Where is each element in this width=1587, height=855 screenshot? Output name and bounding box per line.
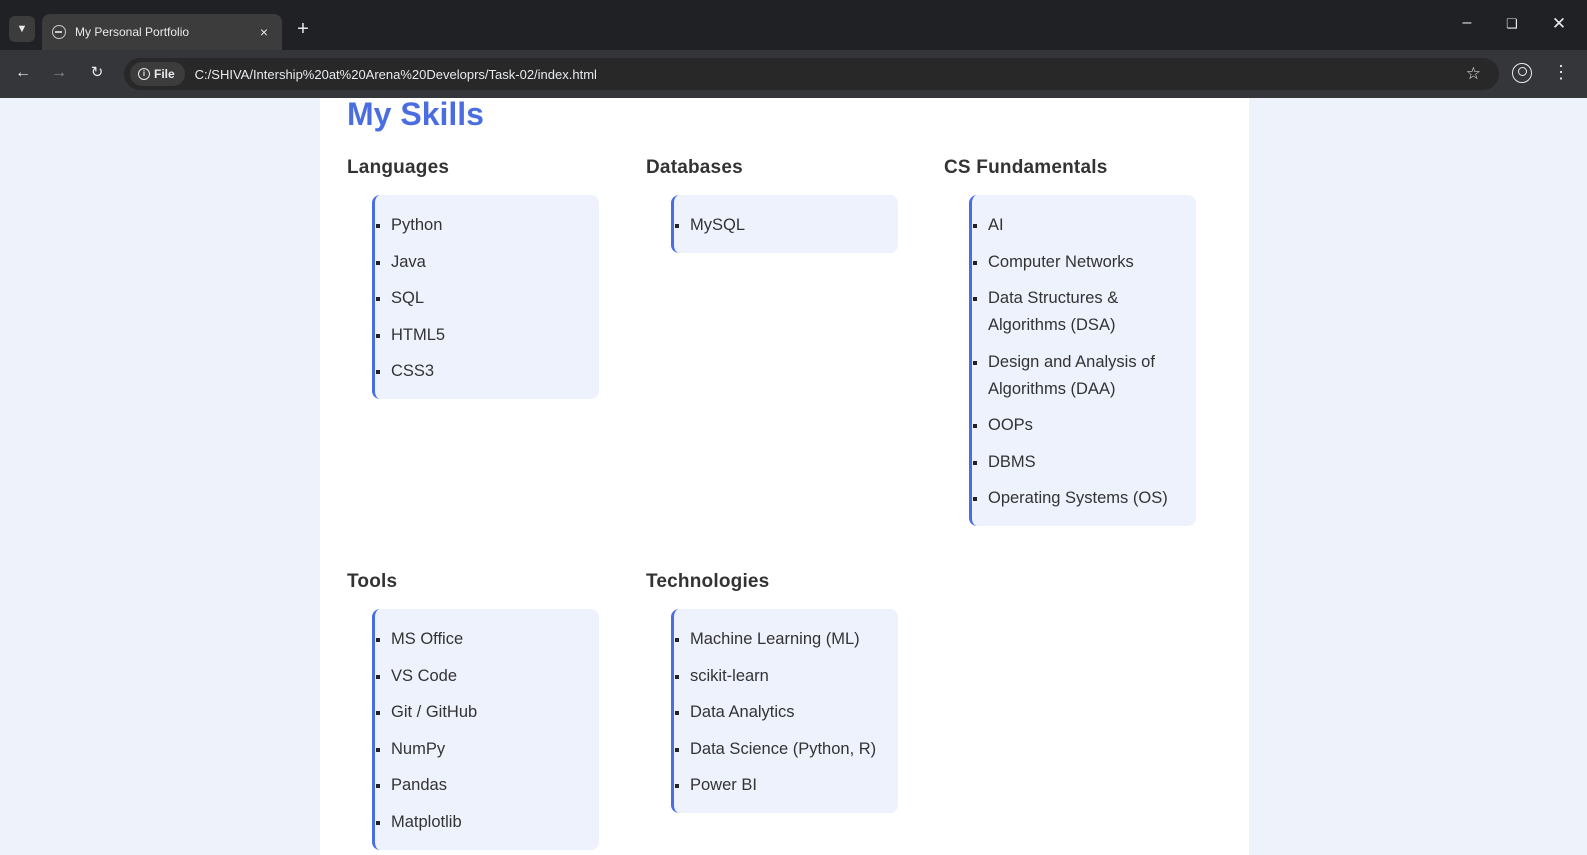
skill-item: Data Science (Python, R)	[674, 736, 898, 763]
browser-tab[interactable]: My Personal Portfolio ×	[42, 14, 282, 50]
skill-item: Git / GitHub	[375, 699, 599, 726]
skill-item: Python	[375, 212, 599, 239]
skill-group-databases: Databases MySQL	[646, 157, 906, 253]
tab-list-icon[interactable]: ▼	[9, 16, 35, 42]
group-title: Languages	[347, 157, 450, 178]
skill-item: SQL	[375, 285, 599, 312]
skill-item: MS Office	[375, 626, 599, 653]
skill-item: OOPs	[972, 412, 1196, 439]
skill-item: Computer Networks	[972, 249, 1196, 276]
skill-item: NumPy	[375, 736, 599, 763]
restore-icon[interactable]: ❏	[1502, 16, 1522, 32]
tab-strip: ▼ My Personal Portfolio × + – ❏ ✕	[0, 0, 1587, 50]
browser-toolbar: ← → ↻ i File C:/SHIVA/Intership%20at%20A…	[0, 50, 1587, 98]
profile-icon[interactable]	[1512, 63, 1532, 83]
skill-group-languages: Languages Python Java SQL HTML5 CSS3	[347, 157, 607, 399]
url-text[interactable]: C:/SHIVA/Intership%20at%20Arena%20Develo…	[195, 67, 597, 82]
skill-list: Machine Learning (ML) scikit-learn Data …	[671, 609, 898, 813]
group-title: Technologies	[646, 571, 770, 592]
skill-item: HTML5	[375, 322, 599, 349]
globe-icon	[52, 25, 66, 39]
skill-item: Operating Systems (OS)	[972, 485, 1196, 512]
address-bar[interactable]: i File C:/SHIVA/Intership%20at%20Arena%2…	[124, 58, 1499, 90]
skill-item: Java	[375, 249, 599, 276]
info-icon: i	[138, 68, 150, 80]
section-title: My Skills	[347, 98, 484, 132]
group-title: Databases	[646, 157, 743, 178]
close-icon[interactable]: ✕	[1547, 14, 1571, 34]
skill-item: Pandas	[375, 772, 599, 799]
group-title: Tools	[347, 571, 398, 592]
skill-item: DBMS	[972, 449, 1196, 476]
skill-item: Machine Learning (ML)	[674, 626, 898, 653]
skills-card: My Skills Languages Python Java SQL HTML…	[320, 98, 1249, 855]
minimize-icon[interactable]: –	[1455, 14, 1479, 32]
skill-list: AI Computer Networks Data Structures & A…	[969, 195, 1196, 526]
skill-item: Data Analytics	[674, 699, 898, 726]
skill-list: Python Java SQL HTML5 CSS3	[372, 195, 599, 399]
skill-group-tools: Tools MS Office VS Code Git / GitHub Num…	[347, 571, 607, 850]
skill-group-cs-fundamentals: CS Fundamentals AI Computer Networks Dat…	[944, 157, 1204, 526]
back-icon[interactable]: ←	[12, 62, 34, 84]
skill-item: scikit-learn	[674, 663, 898, 690]
tab-title: My Personal Portfolio	[75, 25, 190, 39]
skill-item: Matplotlib	[375, 809, 599, 836]
forward-icon[interactable]: →	[48, 62, 70, 84]
skill-item: Data Structures & Algorithms (DSA)	[972, 285, 1196, 339]
skill-item: CSS3	[375, 358, 599, 385]
site-chip-label: File	[154, 67, 175, 81]
tab-close-icon[interactable]: ×	[254, 24, 274, 40]
skill-item: MySQL	[674, 212, 898, 239]
site-info-chip[interactable]: i File	[130, 62, 185, 86]
skill-item: Power BI	[674, 772, 898, 799]
skill-list: MS Office VS Code Git / GitHub NumPy Pan…	[372, 609, 599, 850]
page-viewport: My Skills Languages Python Java SQL HTML…	[0, 98, 1587, 855]
group-title: CS Fundamentals	[944, 157, 1108, 178]
skill-item: Design and Analysis of Algorithms (DAA)	[972, 349, 1196, 403]
reload-icon[interactable]: ↻	[86, 62, 108, 84]
skill-item: VS Code	[375, 663, 599, 690]
skill-group-technologies: Technologies Machine Learning (ML) sciki…	[646, 571, 906, 813]
more-icon[interactable]: ⋮	[1552, 62, 1570, 83]
star-icon[interactable]: ☆	[1466, 64, 1481, 84]
skill-item: AI	[972, 212, 1196, 239]
new-tab-icon[interactable]: +	[292, 18, 314, 40]
skill-list: MySQL	[671, 195, 898, 253]
